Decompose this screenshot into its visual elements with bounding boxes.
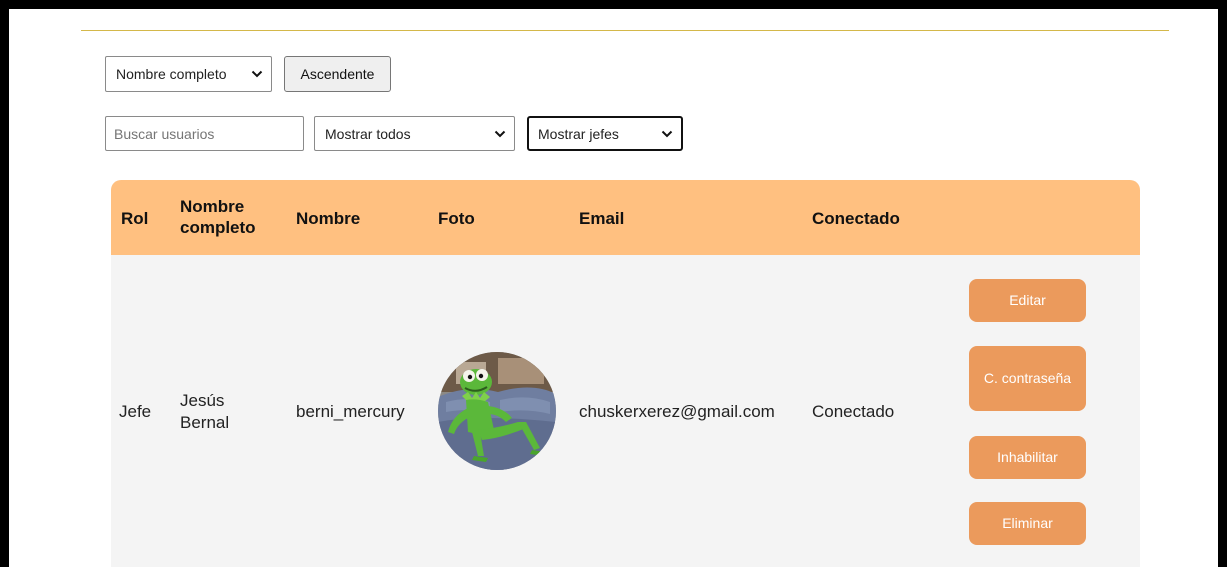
cell-rol: Jefe — [119, 402, 152, 421]
header-email: Email — [579, 209, 625, 228]
cell-conectado: Conectado — [812, 402, 895, 421]
status-filter-select[interactable]: Mostrar todos — [314, 116, 515, 151]
edit-button[interactable]: Editar — [969, 279, 1086, 322]
chevron-down-icon — [251, 68, 263, 80]
header-foto: Foto — [438, 209, 475, 228]
user-avatar — [438, 352, 556, 470]
cell-email: chuskerxerez@gmail.com — [579, 402, 775, 421]
header-nombre-completo: Nombre completo — [180, 197, 256, 237]
header-rol: Rol — [121, 209, 149, 228]
header-nombre: Nombre — [296, 209, 361, 228]
kermit-avatar-image — [438, 352, 556, 470]
header-conectado: Conectado — [812, 209, 900, 228]
sort-field-select[interactable]: Nombre completo — [105, 56, 272, 92]
status-filter-value: Mostrar todos — [325, 125, 411, 142]
table-header: Rol Nombre completo Nombre Foto Email Co… — [111, 180, 1140, 255]
sort-order-button[interactable]: Ascendente — [284, 56, 391, 92]
chevron-down-icon — [494, 128, 506, 140]
role-filter-value: Mostrar jefes — [538, 125, 619, 142]
delete-button[interactable]: Eliminar — [969, 502, 1086, 545]
cell-nombre-completo: Jesús Bernal — [180, 391, 230, 432]
role-filter-select[interactable]: Mostrar jefes — [527, 116, 683, 151]
change-password-button[interactable]: C. contraseña — [969, 346, 1086, 411]
search-placeholder: Buscar usuarios — [114, 125, 215, 142]
disable-button[interactable]: Inhabilitar — [969, 436, 1086, 479]
search-input[interactable]: Buscar usuarios — [105, 116, 304, 151]
cell-nombre: berni_mercury — [296, 402, 405, 421]
sort-field-value: Nombre completo — [116, 66, 227, 82]
users-table: Rol Nombre completo Nombre Foto Email Co… — [111, 180, 1140, 567]
page: Nombre completo Ascendente Buscar usuari… — [9, 9, 1218, 567]
header-divider — [81, 30, 1169, 31]
chevron-down-icon — [661, 128, 673, 140]
